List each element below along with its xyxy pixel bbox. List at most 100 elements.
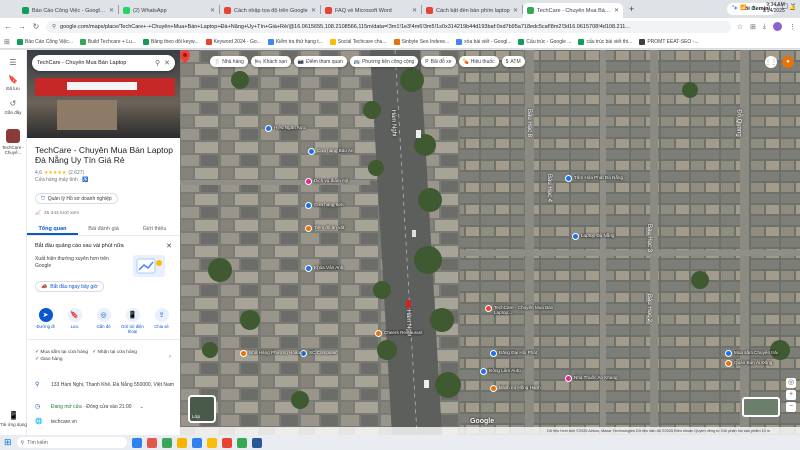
taskbar-app-icon[interactable] — [251, 437, 262, 448]
zoom-in-button[interactable]: + — [786, 390, 796, 400]
taskbar-app-icon[interactable] — [131, 437, 142, 448]
taskbar-app-icon[interactable] — [236, 437, 247, 448]
tab-close-icon[interactable]: ✕ — [614, 7, 619, 14]
profile-avatar[interactable] — [773, 22, 782, 31]
review-count[interactable]: (2.627) — [68, 170, 84, 176]
tab-reviews[interactable]: Bài đánh giá — [78, 222, 129, 235]
poi-marker-icon[interactable] — [375, 330, 382, 337]
poi-label[interactable]: Tiệm đồ ăn vặt — [314, 225, 344, 230]
zoom-out-button[interactable]: − — [786, 402, 796, 412]
close-icon[interactable]: ✕ — [164, 59, 170, 67]
poi-label[interactable]: Cửa hàng Bảo An — [317, 148, 354, 153]
bookmark-item[interactable]: xóa bài viết - Googl... — [456, 38, 511, 45]
poi-label[interactable]: Đông Lâm Auto — [489, 368, 521, 373]
star-icon[interactable]: ☆ — [737, 23, 743, 31]
account-avatar[interactable]: ● — [782, 56, 794, 68]
poi-marker-icon[interactable] — [305, 225, 312, 232]
browser-tab[interactable]: FAQ về Microsoft Word ✕ — [321, 3, 421, 18]
poi-marker-icon[interactable] — [305, 178, 312, 185]
action-directions[interactable]: ➤ Đường đi — [34, 308, 58, 339]
action-send-to-phone[interactable]: 📱 Gửi tới điện thoại — [121, 308, 145, 339]
taskbar-app-icon[interactable] — [221, 437, 232, 448]
map-chip[interactable]: $ ATM — [501, 56, 525, 67]
poi-marker-icon[interactable] — [572, 233, 579, 240]
poi-label[interactable]: SC Computer — [309, 350, 337, 355]
browser-tab[interactable]: TechCare - Chuyên Mua Bán La ✕ — [523, 3, 623, 18]
chevron-down-icon[interactable]: ⌄ — [140, 404, 144, 411]
rail-saved[interactable]: 🔖 Đã lưu — [0, 75, 26, 91]
back-arrow-icon[interactable]: ← — [4, 22, 12, 31]
taskbar-app-icon[interactable] — [206, 437, 217, 448]
address-row[interactable]: ⚲ 133 Hàm Nghi, Thanh Khê, Đà Nẵng 55000… — [35, 382, 175, 389]
action-nearby[interactable]: ◎ Gần đó — [92, 308, 116, 339]
poi-marker-icon[interactable] — [265, 125, 272, 132]
map-chip[interactable]: 🍴 Nhà hàng — [210, 56, 248, 67]
taskbar-app-icon[interactable] — [161, 437, 172, 448]
poi-label[interactable]: Tấm Hòa Phát Đà Nẵng — [574, 175, 623, 180]
tab-close-icon[interactable]: ✕ — [513, 7, 518, 14]
tab-close-icon[interactable]: ✕ — [412, 7, 417, 14]
rail-recent-place[interactable]: TechCare - Chuyê... — [0, 129, 26, 155]
bookmark-item[interactable]: Sinbyte Seo Indexe... — [393, 38, 449, 45]
poi-label[interactable]: Cheers Restaurant — [384, 330, 423, 335]
poi-label[interactable]: Bánh mì Hồng Hạnh — [499, 385, 541, 390]
poi-marker-icon[interactable] — [308, 148, 315, 155]
claim-business-button[interactable]: ⛉ Quản lý Hồ sơ doanh nghiệp — [35, 193, 118, 204]
map-chip[interactable]: 🛏 Khách sạn — [250, 56, 291, 67]
action-share[interactable]: ⇪ Chia sẻ — [150, 308, 174, 339]
poi-label[interactable]: Mua sắm Chuyển trải — [734, 350, 778, 355]
map-chip[interactable]: 💊 Hiệu thuốc — [458, 56, 499, 67]
browser-tab[interactable]: Cách bật đèn bàn phím laptop ✕ — [422, 3, 522, 18]
poi-label[interactable]: Laptop Đà Nẵng — [581, 233, 614, 238]
poi-label[interactable]: TechCare - Chuyên Mua Bán Laptop... — [494, 305, 554, 315]
map-chip[interactable]: P Bãi đỗ xe — [421, 56, 456, 67]
bookmark-item[interactable]: cấu trúc bài viết thi... — [578, 38, 632, 45]
start-icon[interactable]: ⊞ — [4, 437, 12, 448]
rail-download-app[interactable]: 📱 Tải ứng dụng — [0, 411, 27, 427]
more-menu-icon[interactable]: ⋮ — [789, 23, 796, 31]
address-bar[interactable]: ⚲ google.com/maps/place/TechCare+-+Chuyê… — [46, 20, 731, 33]
poi-label[interactable]: Cửa hàng sơn — [314, 202, 344, 207]
chevron-up-icon[interactable]: ⌃ — [731, 5, 735, 11]
poi-marker-icon[interactable] — [490, 385, 497, 392]
action-save[interactable]: 🔖 Lưu — [63, 308, 87, 339]
taskbar-search[interactable]: ⚲ Tìm kiếm — [16, 437, 127, 448]
browser-tab[interactable]: (2) WhatsApp ✕ — [119, 3, 219, 18]
bookmark-item[interactable]: PROMT EEAT-SEO -... — [639, 38, 699, 45]
reload-icon[interactable]: ↻ — [32, 22, 40, 31]
bookmark-item[interactable]: Cấu trúc - Google ... — [518, 38, 571, 45]
map-chip[interactable]: 🚌 Phương tiện công cộng — [349, 56, 419, 67]
bookmark-item[interactable]: Bảng theo dõi keyw... — [143, 38, 199, 45]
poi-marker-icon[interactable] — [565, 175, 572, 182]
extensions-icon[interactable]: ⊞ — [750, 23, 756, 31]
bookmark-item[interactable]: Build Techcare + Lu... — [79, 38, 136, 45]
location-icon[interactable]: ◎ — [786, 378, 796, 388]
poi-label[interactable]: Khóa Vân Anh — [314, 265, 343, 270]
poi-label[interactable]: Dịch vụ thẩm mỹ — [314, 178, 348, 183]
tab-close-icon[interactable]: ✕ — [311, 7, 316, 14]
layers-toggle[interactable]: Lớp — [188, 395, 216, 423]
tab-overview[interactable]: Tổng quan — [27, 222, 78, 235]
taskbar-app-icon[interactable] — [176, 437, 187, 448]
search-icon[interactable]: ⚲ — [155, 59, 160, 67]
apps-icon[interactable]: ⋮⋮ — [765, 56, 777, 68]
wifi-icon[interactable]: 📶 — [740, 5, 746, 11]
bookmark-item[interactable]: Social Techcare chu... — [329, 38, 387, 45]
satellite-map[interactable]: 🍴 Nhà hàng 🛏 Khách sạn 📷 Điểm tham quan 🚌 Phươn… — [180, 50, 800, 435]
browser-tab[interactable]: Báo Cáo Công Việc - Google T ✕ — [18, 3, 118, 18]
bookmark-item[interactable]: Báo Cáo Công Việc... — [16, 38, 73, 45]
poi-marker-icon[interactable] — [725, 350, 732, 357]
poi-label[interactable]: Quán Bún Ái Đông — [734, 360, 772, 365]
bookmark-item[interactable]: Kiểm tra thứ hạng t... — [267, 38, 323, 45]
poi-marker-icon[interactable] — [240, 350, 247, 357]
site-info-icon[interactable]: ⚲ — [52, 24, 56, 30]
taskbar-app-icon[interactable] — [191, 437, 202, 448]
poi-label[interactable]: Nhà Thuốc An Khang — [574, 375, 618, 380]
new-tab-button[interactable]: + — [623, 4, 640, 14]
notification-icon[interactable]: 🔔 — [790, 5, 796, 11]
tab-close-icon[interactable]: ✕ — [210, 7, 215, 14]
map-chip[interactable]: 📷 Điểm tham quan — [293, 56, 347, 67]
street-view-preview[interactable] — [742, 397, 780, 417]
forward-arrow-icon[interactable]: → — [18, 22, 26, 31]
ad-start-button[interactable]: 📣 Bắt đầu ngay bây giờ — [35, 281, 104, 292]
